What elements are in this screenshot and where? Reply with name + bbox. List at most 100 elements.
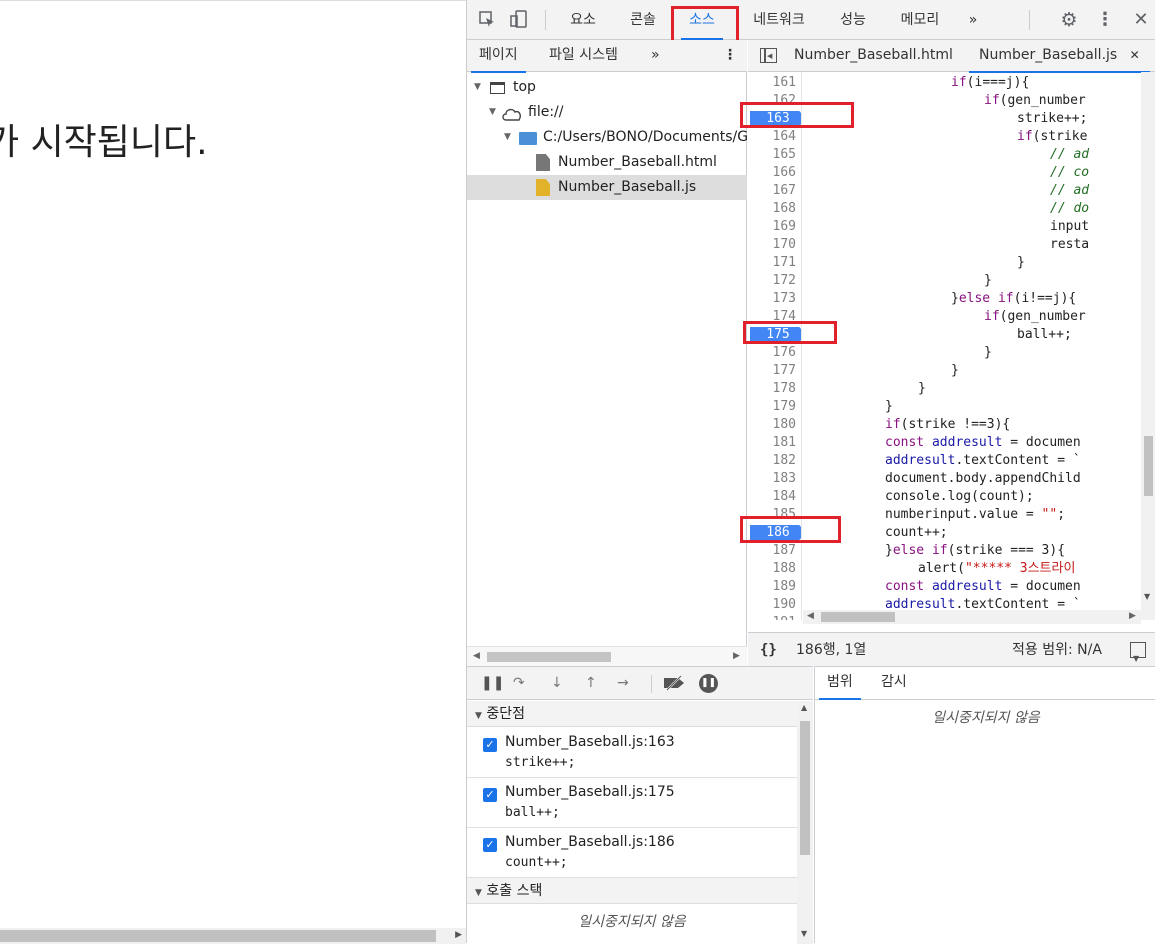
step-over-icon[interactable]: ↷ (513, 675, 525, 691)
line-number[interactable]: 171 (748, 254, 796, 272)
toggle-navigator-icon[interactable]: ◀ (760, 48, 777, 63)
line-number[interactable]: 190 (748, 596, 796, 614)
line-number[interactable]: 161 (748, 74, 796, 92)
line-number[interactable]: 167 (748, 182, 796, 200)
pause-on-exceptions-icon[interactable]: ❚❚ (699, 674, 718, 693)
breakpoint-item[interactable]: ✓ Number_Baseball.js:186 count++; (467, 828, 797, 878)
tab-scope[interactable]: 범위 (819, 667, 861, 700)
code-token: // do (1050, 201, 1090, 216)
line-number[interactable]: 177 (748, 362, 796, 380)
navigator-menu-icon[interactable]: ⋮ (723, 40, 737, 72)
code-line: addresult.textContent = ` (885, 452, 1081, 470)
line-number[interactable]: 173 (748, 290, 796, 308)
scrollbar-thumb[interactable] (800, 721, 810, 855)
line-number[interactable]: 168 (748, 200, 796, 218)
breakpoint-item[interactable]: ✓ Number_Baseball.js:163 strike++; (467, 728, 797, 778)
tab-page[interactable]: 페이지 (471, 40, 526, 73)
expand-arrow-icon[interactable]: ▼ (474, 75, 481, 100)
breakpoints-section-header[interactable]: ▼ 중단점 (467, 701, 797, 727)
deactivate-breakpoints-icon[interactable] (663, 675, 685, 695)
line-number[interactable]: 188 (748, 560, 796, 578)
navigator-more-button[interactable]: » (651, 40, 660, 72)
code-line: }else if(i!==j){ (951, 290, 1076, 308)
step-icon[interactable]: → (617, 675, 629, 691)
line-number[interactable]: 184 (748, 488, 796, 506)
line-number[interactable]: 172 (748, 272, 796, 290)
debugger-vertical-scrollbar[interactable]: ▲ ▼ (797, 701, 813, 944)
tree-item-top[interactable]: ▼ top (467, 75, 747, 100)
code-line: } (984, 272, 992, 290)
inspect-element-icon[interactable] (477, 10, 497, 30)
breakpoint-checkbox[interactable]: ✓ (483, 788, 497, 802)
coverage-toggle-icon[interactable]: ▼ (1130, 642, 1146, 663)
settings-gear-icon[interactable]: ⚙ (1059, 10, 1079, 30)
tree-item-js-file[interactable]: Number_Baseball.js (467, 175, 747, 200)
code-content[interactable]: if(i===j){if(gen_number strike++; if(strik… (803, 72, 1141, 620)
line-number[interactable]: 178 (748, 380, 796, 398)
expand-arrow-icon[interactable]: ▼ (489, 100, 496, 125)
tab-performance[interactable]: 성능 (833, 0, 873, 40)
line-number[interactable]: 180 (748, 416, 796, 434)
code-token: "***** 3스트라이 (964, 561, 1076, 576)
tab-network[interactable]: 네트워크 (747, 0, 811, 40)
kebab-menu-icon[interactable]: ⋮ (1095, 10, 1115, 30)
scroll-left-arrow-icon[interactable]: ◀ (473, 651, 480, 661)
pretty-print-icon[interactable]: {} (760, 633, 777, 667)
breakpoint-item[interactable]: ✓ Number_Baseball.js:175 ball++; (467, 778, 797, 828)
line-number[interactable]: 170 (748, 236, 796, 254)
line-number[interactable]: 179 (748, 398, 796, 416)
callstack-section-header[interactable]: ▼ 호출 스택 (467, 878, 797, 904)
line-number[interactable]: 164 (748, 128, 796, 146)
device-toolbar-icon[interactable] (509, 10, 529, 30)
scrollbar-thumb[interactable] (487, 652, 611, 662)
line-number[interactable]: 169 (748, 218, 796, 236)
tree-item-html-file[interactable]: Number_Baseball.html (467, 150, 747, 175)
step-out-icon[interactable]: ↑ (585, 675, 597, 691)
tree-item-file[interactable]: ▼ file:// (467, 100, 747, 125)
scroll-down-arrow-icon[interactable]: ▼ (801, 929, 807, 938)
navigator-horizontal-scrollbar[interactable]: ◀ ▶ (467, 646, 747, 666)
editor-vertical-scrollbar[interactable]: ▼ (1141, 72, 1155, 620)
line-number[interactable]: 182 (748, 452, 796, 470)
line-number[interactable]: 165 (748, 146, 796, 164)
scrollbar-thumb[interactable] (0, 930, 436, 942)
scroll-right-arrow-icon[interactable]: ▶ (733, 651, 740, 661)
expand-arrow-icon[interactable]: ▼ (504, 125, 511, 150)
close-tab-icon[interactable]: ✕ (1130, 48, 1140, 62)
tab-memory[interactable]: 메모리 (895, 0, 945, 40)
page-horizontal-scrollbar[interactable]: ▶ (0, 928, 466, 944)
scroll-down-arrow-icon[interactable]: ▼ (1144, 592, 1150, 601)
tab-elements[interactable]: 요소 (563, 0, 603, 40)
scrollbar-thumb[interactable] (1144, 436, 1153, 496)
line-number[interactable]: 181 (748, 434, 796, 452)
scroll-right-arrow-icon[interactable]: ▶ (455, 930, 462, 940)
tab-watch[interactable]: 감시 (881, 667, 907, 699)
line-number[interactable]: 191 (748, 614, 796, 620)
breakpoint-checkbox[interactable]: ✓ (483, 838, 497, 852)
line-number[interactable]: 166 (748, 164, 796, 182)
line-number[interactable]: 189 (748, 578, 796, 596)
breakpoint-checkbox[interactable]: ✓ (483, 738, 497, 752)
pause-icon[interactable]: ❚❚ (481, 675, 504, 691)
editor-tab-js[interactable]: Number_Baseball.js ✕ (969, 40, 1150, 73)
code-token: "" (1041, 507, 1058, 522)
cloud-icon (501, 105, 523, 125)
line-number[interactable]: 183 (748, 470, 796, 488)
line-number[interactable]: 176 (748, 344, 796, 362)
tab-console[interactable]: 콘솔 (623, 0, 663, 40)
scroll-up-arrow-icon[interactable]: ▲ (801, 703, 807, 712)
close-icon[interactable]: ✕ (1131, 10, 1151, 30)
editor-horizontal-scrollbar[interactable]: ◀ ▶ (803, 610, 1141, 624)
scroll-left-arrow-icon[interactable]: ◀ (807, 611, 814, 621)
step-into-icon[interactable]: ↓ (551, 675, 563, 691)
highlight-box (740, 516, 841, 543)
code-token: = documen (1002, 579, 1081, 594)
scrollbar-thumb[interactable] (821, 612, 895, 622)
more-tabs-button[interactable]: » (963, 0, 983, 40)
editor-tab-html[interactable]: Number_Baseball.html (794, 40, 953, 72)
tab-filesystem[interactable]: 파일 시스템 (549, 40, 618, 72)
tree-item-folder[interactable]: ▼ C:/Users/BONO/Documents/GitHub (467, 125, 747, 150)
line-number[interactable]: 187 (748, 542, 796, 560)
scroll-right-arrow-icon[interactable]: ▶ (1129, 611, 1136, 621)
debugger-toolbar: ❚❚ ↷ ↓ ↑ → ❚❚ (467, 667, 813, 700)
